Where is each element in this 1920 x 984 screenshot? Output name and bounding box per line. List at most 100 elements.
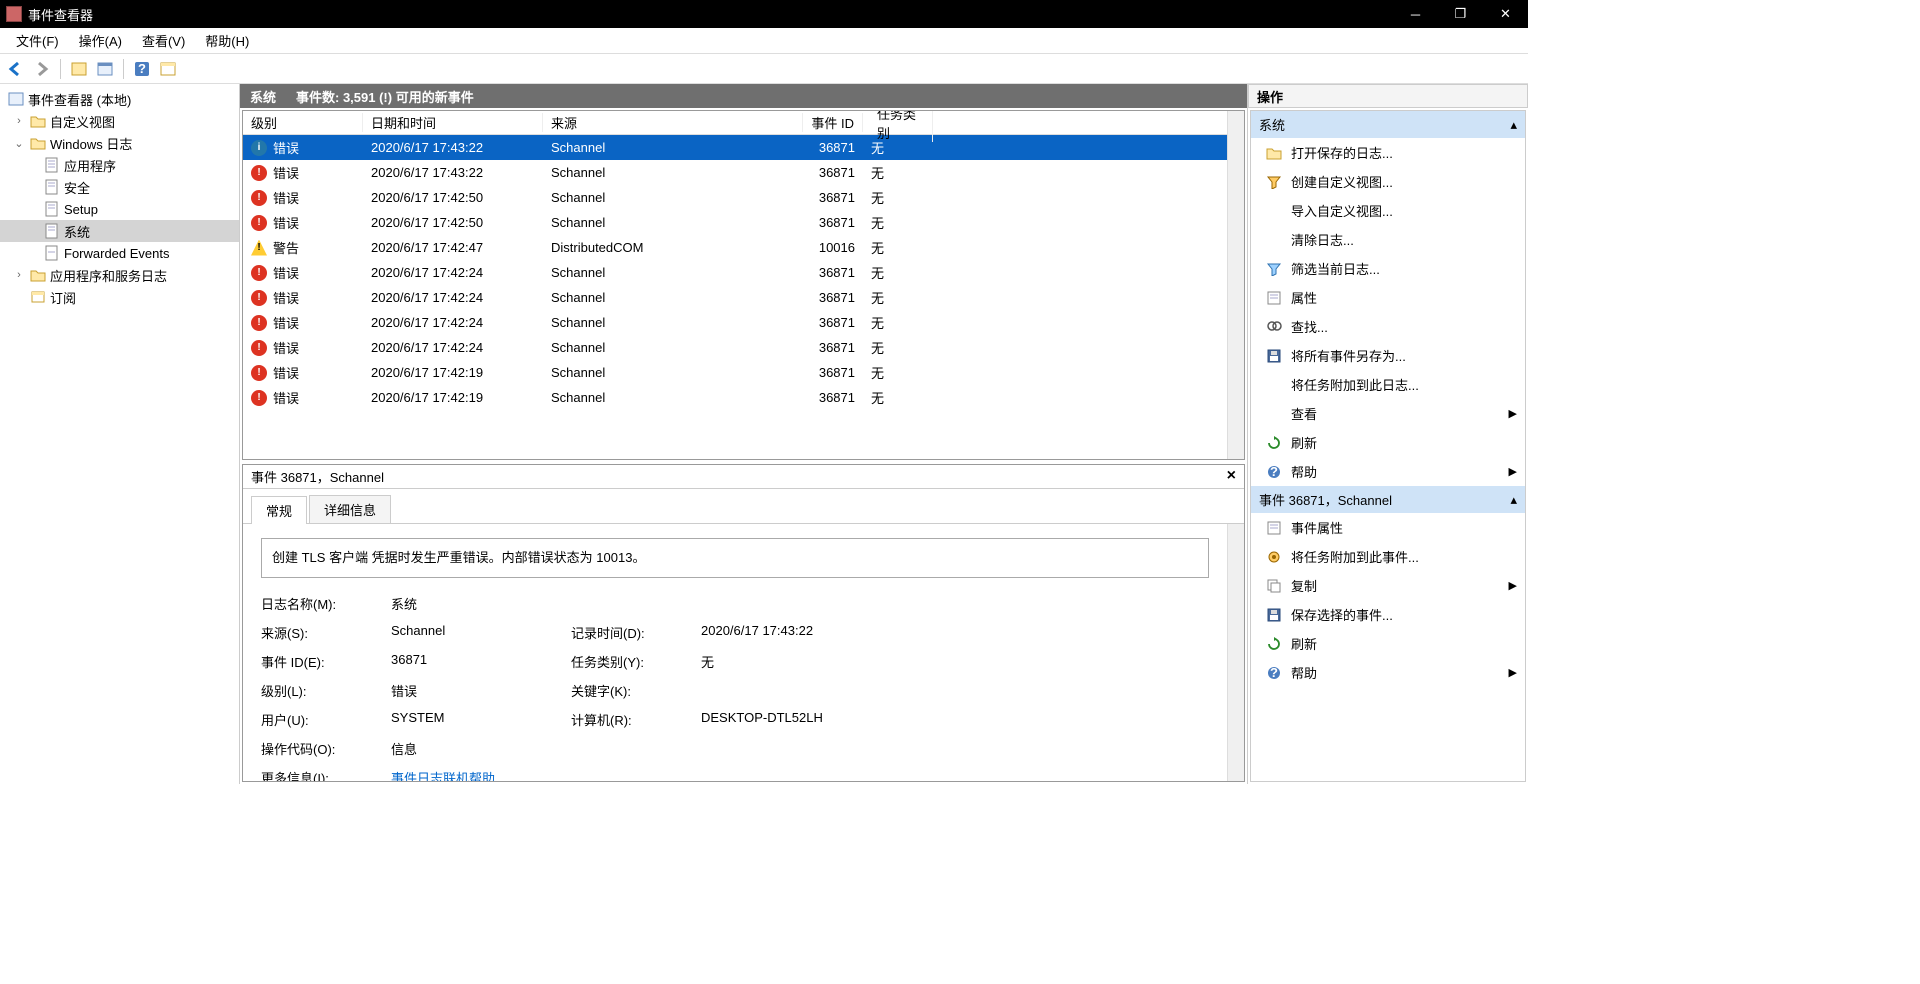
action-item[interactable]: 查看▶ xyxy=(1251,399,1525,428)
moreinfo-link[interactable]: 事件日志联机帮助 xyxy=(391,771,495,781)
tab-details[interactable]: 详细信息 xyxy=(309,495,391,523)
console-button[interactable] xyxy=(93,57,117,81)
action-item[interactable]: 将任务附加到此日志... xyxy=(1251,370,1525,399)
cell-date: 2020/6/17 17:42:50 xyxy=(363,215,543,230)
tree-app-services[interactable]: › 应用程序和服务日志 xyxy=(0,264,239,286)
event-count-header: 事件数: 3,591 (!) 可用的新事件 xyxy=(296,87,474,106)
tree-forwarded[interactable]: Forwarded Events xyxy=(0,242,239,264)
col-date[interactable]: 日期和时间 xyxy=(363,113,543,132)
table-row[interactable]: !错误2020/6/17 17:42:24Schannel36871无 xyxy=(243,310,1227,335)
action-label: 帮助 xyxy=(1291,462,1317,481)
table-row[interactable]: !错误2020/6/17 17:42:24Schannel36871无 xyxy=(243,285,1227,310)
show-tree-button[interactable] xyxy=(67,57,91,81)
subscription-icon xyxy=(30,289,46,305)
menu-help[interactable]: 帮助(H) xyxy=(195,29,259,52)
col-event-id[interactable]: 事件 ID xyxy=(803,113,863,132)
maximize-button[interactable]: ❐ xyxy=(1438,0,1483,28)
panel-button[interactable] xyxy=(156,57,180,81)
action-item[interactable]: 查找... xyxy=(1251,312,1525,341)
tab-general[interactable]: 常规 xyxy=(251,496,307,524)
tree-subscriptions[interactable]: 订阅 xyxy=(0,286,239,308)
tree-label: 应用程序 xyxy=(64,156,116,175)
back-button[interactable] xyxy=(4,57,28,81)
cell-level: 错误 xyxy=(273,313,299,332)
help-icon: ? xyxy=(1265,665,1283,681)
menu-file[interactable]: 文件(F) xyxy=(6,29,69,52)
col-task[interactable]: 任务类别 xyxy=(863,111,933,142)
table-row[interactable]: !警告2020/6/17 17:42:47DistributedCOM10016… xyxy=(243,235,1227,260)
error-icon: ! xyxy=(251,290,267,306)
actions-section-system[interactable]: 系统 ▴ xyxy=(1251,111,1525,138)
label-logged: 记录时间(D): xyxy=(571,623,701,642)
detail-scrollbar[interactable] xyxy=(1227,524,1244,781)
menu-action[interactable]: 操作(A) xyxy=(69,29,132,52)
action-item[interactable]: ?帮助▶ xyxy=(1251,658,1525,687)
table-row[interactable]: !错误2020/6/17 17:42:24Schannel36871无 xyxy=(243,260,1227,285)
table-row[interactable]: i错误2020/6/17 17:43:22Schannel36871无 xyxy=(243,135,1227,160)
tree-label: 订阅 xyxy=(50,288,76,307)
forward-button[interactable] xyxy=(30,57,54,81)
table-row[interactable]: !错误2020/6/17 17:42:19Schannel36871无 xyxy=(243,360,1227,385)
detail-close-button[interactable]: × xyxy=(1227,467,1236,485)
cell-task: 无 xyxy=(863,288,933,307)
folder-icon xyxy=(30,135,46,151)
tree-label: Forwarded Events xyxy=(64,246,170,261)
cell-source: Schannel xyxy=(543,190,803,205)
cell-source: Schannel xyxy=(543,340,803,355)
col-level[interactable]: 级别 xyxy=(243,113,363,132)
value-opcode: 信息 xyxy=(391,739,571,758)
action-item[interactable]: 属性 xyxy=(1251,283,1525,312)
detail-content: 创建 TLS 客户端 凭据时发生严重错误。内部错误状态为 10013。 日志名称… xyxy=(243,524,1227,781)
action-item[interactable]: 打开保存的日志... xyxy=(1251,138,1525,167)
collapse-icon[interactable]: ⌄ xyxy=(12,137,26,150)
action-item[interactable]: 筛选当前日志... xyxy=(1251,254,1525,283)
action-item[interactable]: 刷新 xyxy=(1251,428,1525,457)
cell-event-id: 36871 xyxy=(803,165,863,180)
action-item[interactable]: 将所有事件另存为... xyxy=(1251,341,1525,370)
tree-system[interactable]: 系统 xyxy=(0,220,239,242)
minimize-button[interactable]: ─ xyxy=(1393,0,1438,28)
table-row[interactable]: !错误2020/6/17 17:43:22Schannel36871无 xyxy=(243,160,1227,185)
action-label: 将所有事件另存为... xyxy=(1291,346,1406,365)
tree-custom-views[interactable]: › 自定义视图 xyxy=(0,110,239,132)
tree-security[interactable]: 安全 xyxy=(0,176,239,198)
value-user: SYSTEM xyxy=(391,710,571,729)
tree-windows-logs[interactable]: ⌄ Windows 日志 xyxy=(0,132,239,154)
refresh-icon xyxy=(1265,636,1283,652)
error-icon: ! xyxy=(251,365,267,381)
table-row[interactable]: !错误2020/6/17 17:42:50Schannel36871无 xyxy=(243,210,1227,235)
action-item[interactable]: 刷新 xyxy=(1251,629,1525,658)
close-button[interactable]: ✕ xyxy=(1483,0,1528,28)
col-source[interactable]: 来源 xyxy=(543,113,803,132)
action-item[interactable]: ?帮助▶ xyxy=(1251,457,1525,486)
action-item[interactable]: 导入自定义视图... xyxy=(1251,196,1525,225)
table-row[interactable]: !错误2020/6/17 17:42:24Schannel36871无 xyxy=(243,335,1227,360)
action-item[interactable]: 复制▶ xyxy=(1251,571,1525,600)
tree-label: 安全 xyxy=(64,178,90,197)
action-item[interactable]: 保存选择的事件... xyxy=(1251,600,1525,629)
expand-icon[interactable]: › xyxy=(12,269,26,281)
menu-view[interactable]: 查看(V) xyxy=(132,29,195,52)
action-item[interactable]: 事件属性 xyxy=(1251,513,1525,542)
tree-setup[interactable]: Setup xyxy=(0,198,239,220)
table-row[interactable]: !错误2020/6/17 17:42:50Schannel36871无 xyxy=(243,185,1227,210)
props-icon xyxy=(1265,290,1283,306)
action-item[interactable]: 将任务附加到此事件... xyxy=(1251,542,1525,571)
scrollbar[interactable] xyxy=(1227,111,1244,459)
action-item[interactable]: 清除日志... xyxy=(1251,225,1525,254)
expand-icon[interactable]: › xyxy=(12,115,26,127)
tree-application[interactable]: 应用程序 xyxy=(0,154,239,176)
table-row[interactable]: !错误2020/6/17 17:42:19Schannel36871无 xyxy=(243,385,1227,410)
help-button[interactable]: ? xyxy=(130,57,154,81)
action-label: 事件属性 xyxy=(1291,518,1343,537)
error-icon: ! xyxy=(251,190,267,206)
cell-task: 无 xyxy=(863,313,933,332)
open-icon xyxy=(1265,145,1283,161)
cell-event-id: 36871 xyxy=(803,190,863,205)
value-logname: 系统 xyxy=(391,594,571,613)
actions-section-event[interactable]: 事件 36871，Schannel ▴ xyxy=(1251,486,1525,513)
chevron-right-icon: ▶ xyxy=(1509,579,1517,592)
error-icon: ! xyxy=(251,265,267,281)
tree-root[interactable]: 事件查看器 (本地) xyxy=(0,88,239,110)
action-item[interactable]: 创建自定义视图... xyxy=(1251,167,1525,196)
